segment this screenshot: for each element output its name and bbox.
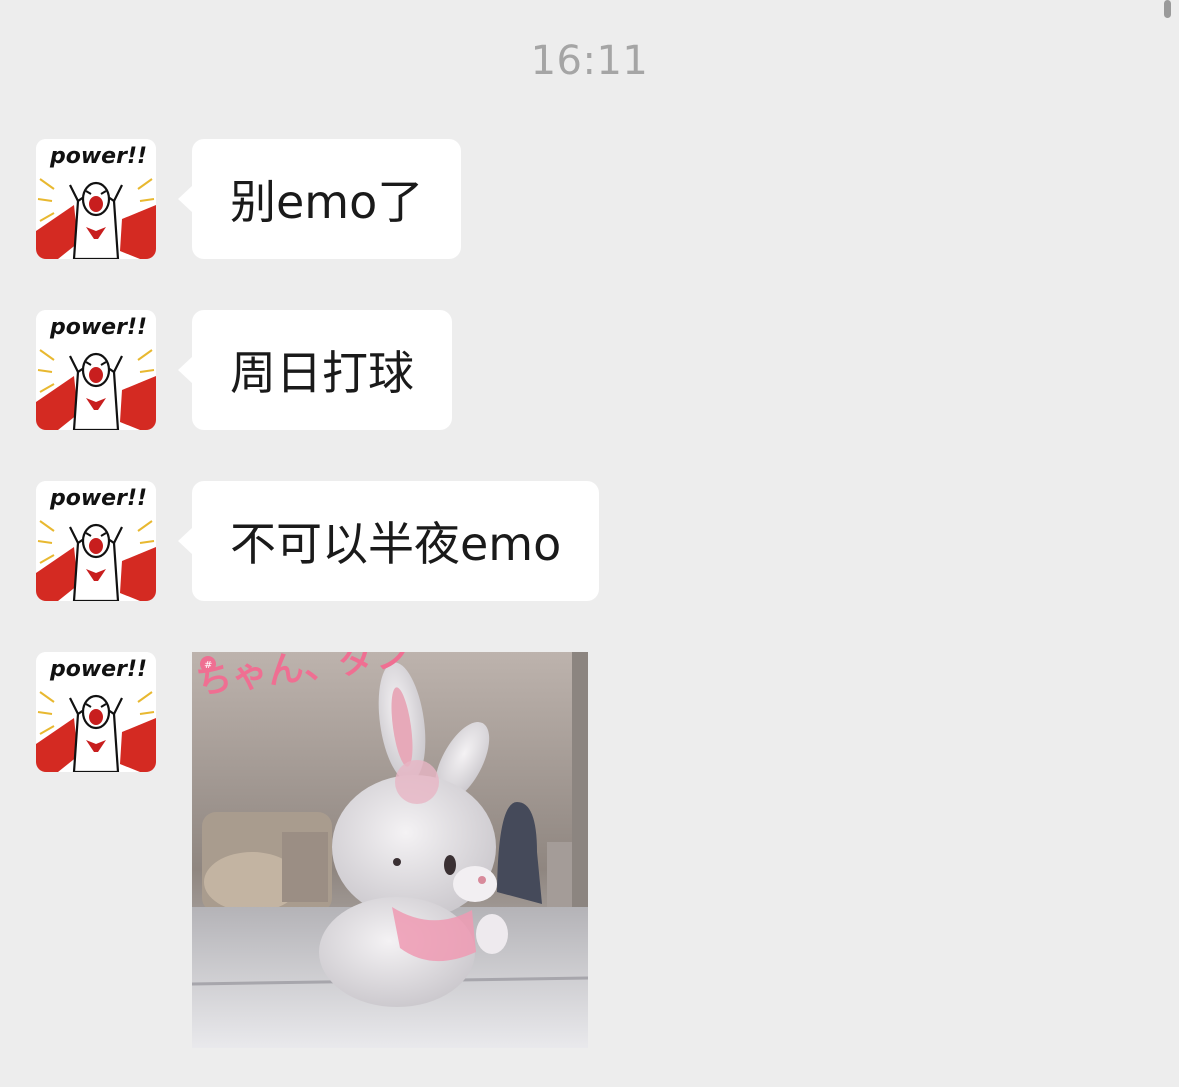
- avatar-caption: power!!: [49, 144, 147, 169]
- plush-bunny-sticker[interactable]: ちゃん、ダン #: [192, 652, 588, 1048]
- message-bubble[interactable]: 别emo了: [177, 139, 462, 259]
- scrollbar[interactable]: [1164, 0, 1171, 18]
- svg-text:#: #: [204, 660, 212, 671]
- avatar[interactable]: power!!: [36, 310, 156, 430]
- avatar-caption: power!!: [49, 315, 147, 340]
- avatar[interactable]: power!!: [36, 652, 156, 772]
- avatar[interactable]: power!!: [36, 481, 156, 601]
- avatar[interactable]: power!!: [36, 139, 156, 259]
- message-bubble[interactable]: 周日打球: [178, 310, 452, 430]
- message-bubble[interactable]: 不可以半夜emo: [177, 481, 600, 601]
- message-timestamp: 16:11: [530, 38, 649, 84]
- avatar-caption: power!!: [49, 486, 147, 511]
- avatar-caption: power!!: [49, 657, 147, 682]
